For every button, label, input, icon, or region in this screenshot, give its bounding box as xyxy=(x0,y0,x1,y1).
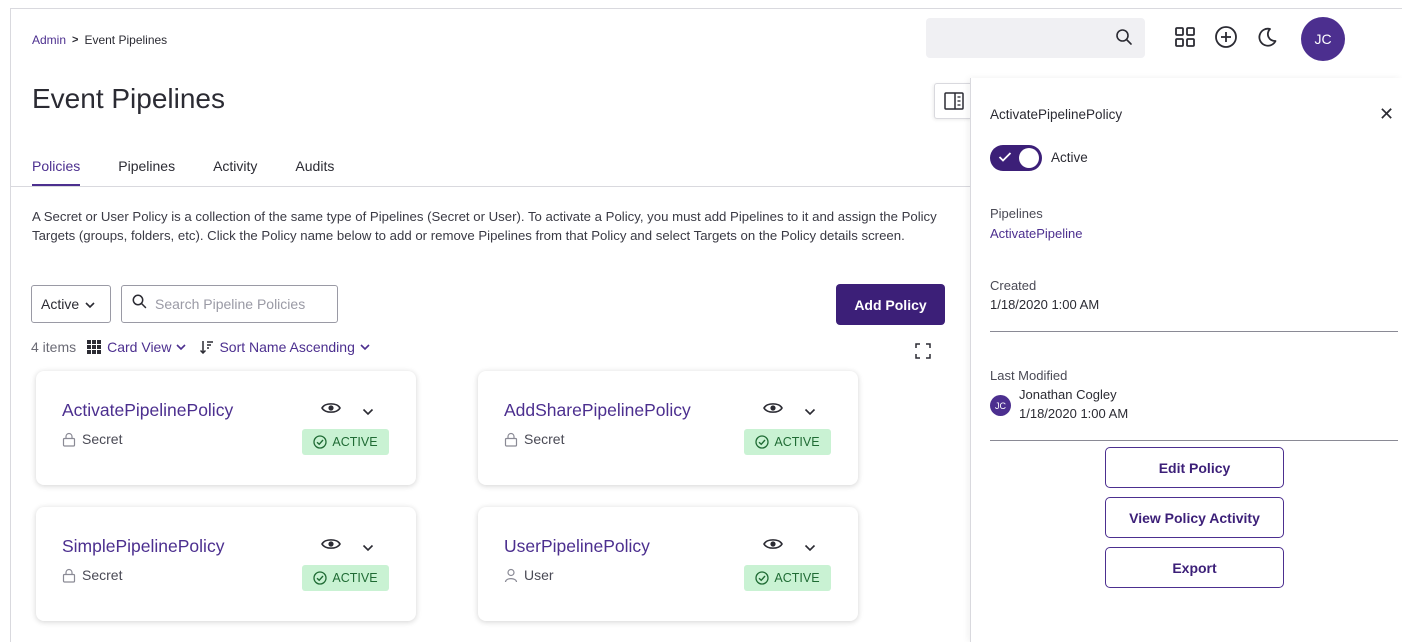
lock-icon xyxy=(504,432,518,447)
check-circle-icon xyxy=(313,571,328,585)
policy-type-label: Secret xyxy=(524,431,565,447)
policy-type: Secret xyxy=(62,431,122,447)
tabs-divider xyxy=(10,186,970,187)
policy-type-label: Secret xyxy=(82,431,123,447)
check-icon xyxy=(998,152,1012,162)
eye-icon[interactable] xyxy=(321,537,341,556)
status-badge: ACTIVE xyxy=(302,429,389,455)
user-avatar[interactable]: JC xyxy=(1301,17,1345,61)
lock-icon xyxy=(62,432,76,447)
check-circle-icon xyxy=(755,571,770,585)
add-policy-button[interactable]: Add Policy xyxy=(836,284,945,325)
breadcrumb-admin-link[interactable]: Admin xyxy=(32,33,66,47)
global-search-box[interactable] xyxy=(926,18,1145,58)
toggle-knob xyxy=(1019,148,1039,168)
eye-icon[interactable] xyxy=(321,401,341,420)
chevron-down-icon[interactable] xyxy=(362,539,374,557)
eye-icon[interactable] xyxy=(763,401,783,420)
policy-type: User xyxy=(504,567,554,583)
view-policy-activity-button[interactable]: View Policy Activity xyxy=(1105,497,1284,538)
modified-by-avatar: JC xyxy=(990,395,1011,416)
policy-type-label: Secret xyxy=(82,567,123,583)
export-button[interactable]: Export xyxy=(1105,547,1284,588)
policy-name-link[interactable]: SimplePipelinePolicy xyxy=(62,536,224,557)
chevron-down-icon xyxy=(176,343,187,350)
status-badge-label: ACTIVE xyxy=(774,435,820,449)
list-toolbar: 4 items Card View Sort Name Ascending xyxy=(31,339,384,355)
check-circle-icon xyxy=(755,435,770,449)
status-filter-select[interactable]: Active xyxy=(31,285,111,323)
pipelines-label: Pipelines xyxy=(990,206,1043,221)
status-badge-label: ACTIVE xyxy=(774,571,820,585)
edit-policy-button[interactable]: Edit Policy xyxy=(1105,447,1284,488)
breadcrumb-current: Event Pipelines xyxy=(84,33,168,47)
check-circle-icon xyxy=(313,435,328,449)
side-panel-icon xyxy=(943,92,964,110)
last-modified-label: Last Modified xyxy=(990,368,1068,383)
policy-card[interactable]: UserPipelinePolicy User ACTIVE xyxy=(478,507,858,621)
chevron-down-icon xyxy=(85,296,95,312)
status-badge-label: ACTIVE xyxy=(332,571,378,585)
policy-card[interactable]: ActivatePipelinePolicy Secret ACTIVE xyxy=(36,371,416,485)
breadcrumb-separator-icon: > xyxy=(72,34,79,46)
search-icon xyxy=(132,294,147,314)
tab-activity[interactable]: Activity xyxy=(213,158,257,187)
page-title: Event Pipelines xyxy=(32,83,226,114)
tab-bar: Policies Pipelines Activity Audits xyxy=(32,158,372,187)
item-count: 4 items xyxy=(31,339,77,355)
close-icon[interactable]: ✕ xyxy=(1379,104,1394,125)
status-filter-value: Active xyxy=(41,296,80,312)
modified-value: 1/18/2020 1:00 AM xyxy=(1019,406,1129,421)
view-mode-label: Card View xyxy=(107,339,172,355)
policy-search-input[interactable] xyxy=(155,296,325,312)
policy-details-panel: ActivatePipelinePolicy ✕ Active Pipeline… xyxy=(970,78,1402,642)
policy-card[interactable]: AddSharePipelinePolicy Secret ACTIVE xyxy=(478,371,858,485)
details-panel-toggle-button[interactable] xyxy=(934,83,972,119)
chevron-down-icon[interactable] xyxy=(362,403,374,421)
status-badge: ACTIVE xyxy=(744,429,831,455)
card-grid-icon xyxy=(87,340,102,354)
sort-label: Sort Name Ascending xyxy=(219,339,355,355)
breadcrumb: Admin > Event Pipelines xyxy=(32,33,167,47)
created-label: Created xyxy=(990,278,1037,293)
tab-audits[interactable]: Audits xyxy=(295,158,334,187)
active-toggle[interactable] xyxy=(990,145,1042,171)
chevron-down-icon[interactable] xyxy=(804,539,816,557)
tab-policies[interactable]: Policies xyxy=(32,158,81,187)
panel-divider xyxy=(990,331,1398,332)
policy-type-label: User xyxy=(524,567,554,583)
dark-mode-moon-icon[interactable] xyxy=(1254,24,1280,50)
chevron-down-icon xyxy=(360,343,370,350)
search-icon[interactable] xyxy=(1115,28,1133,51)
active-toggle-label: Active xyxy=(1051,150,1088,165)
add-circle-icon[interactable] xyxy=(1213,24,1239,50)
policies-description: A Secret or User Policy is a collection … xyxy=(32,209,937,243)
tab-pipelines[interactable]: Pipelines xyxy=(118,158,175,187)
chevron-down-icon[interactable] xyxy=(804,403,816,421)
panel-policy-title: ActivatePipelinePolicy xyxy=(990,107,1123,122)
sort-icon xyxy=(200,341,214,354)
modified-by-name: Jonathan Cogley xyxy=(1019,387,1117,402)
policy-search-field[interactable] xyxy=(121,285,338,323)
policy-card[interactable]: SimplePipelinePolicy Secret ACTIVE xyxy=(36,507,416,621)
status-badge: ACTIVE xyxy=(744,565,831,591)
fullscreen-expand-icon[interactable] xyxy=(915,343,931,359)
lock-icon xyxy=(62,568,76,583)
apps-grid-icon[interactable] xyxy=(1172,24,1198,50)
policy-name-link[interactable]: ActivatePipelinePolicy xyxy=(62,400,233,421)
panel-divider xyxy=(990,440,1398,441)
user-icon xyxy=(504,568,518,582)
policy-type: Secret xyxy=(62,567,122,583)
eye-icon[interactable] xyxy=(763,537,783,556)
view-mode-dropdown[interactable]: Card View xyxy=(86,339,187,355)
policy-name-link[interactable]: AddSharePipelinePolicy xyxy=(504,400,691,421)
sort-dropdown[interactable]: Sort Name Ascending xyxy=(200,339,370,355)
created-value: 1/18/2020 1:00 AM xyxy=(990,297,1100,312)
status-badge: ACTIVE xyxy=(302,565,389,591)
pipeline-link[interactable]: ActivatePipeline xyxy=(990,226,1083,241)
policy-type: Secret xyxy=(504,431,564,447)
policy-name-link[interactable]: UserPipelinePolicy xyxy=(504,536,650,557)
status-badge-label: ACTIVE xyxy=(332,435,378,449)
